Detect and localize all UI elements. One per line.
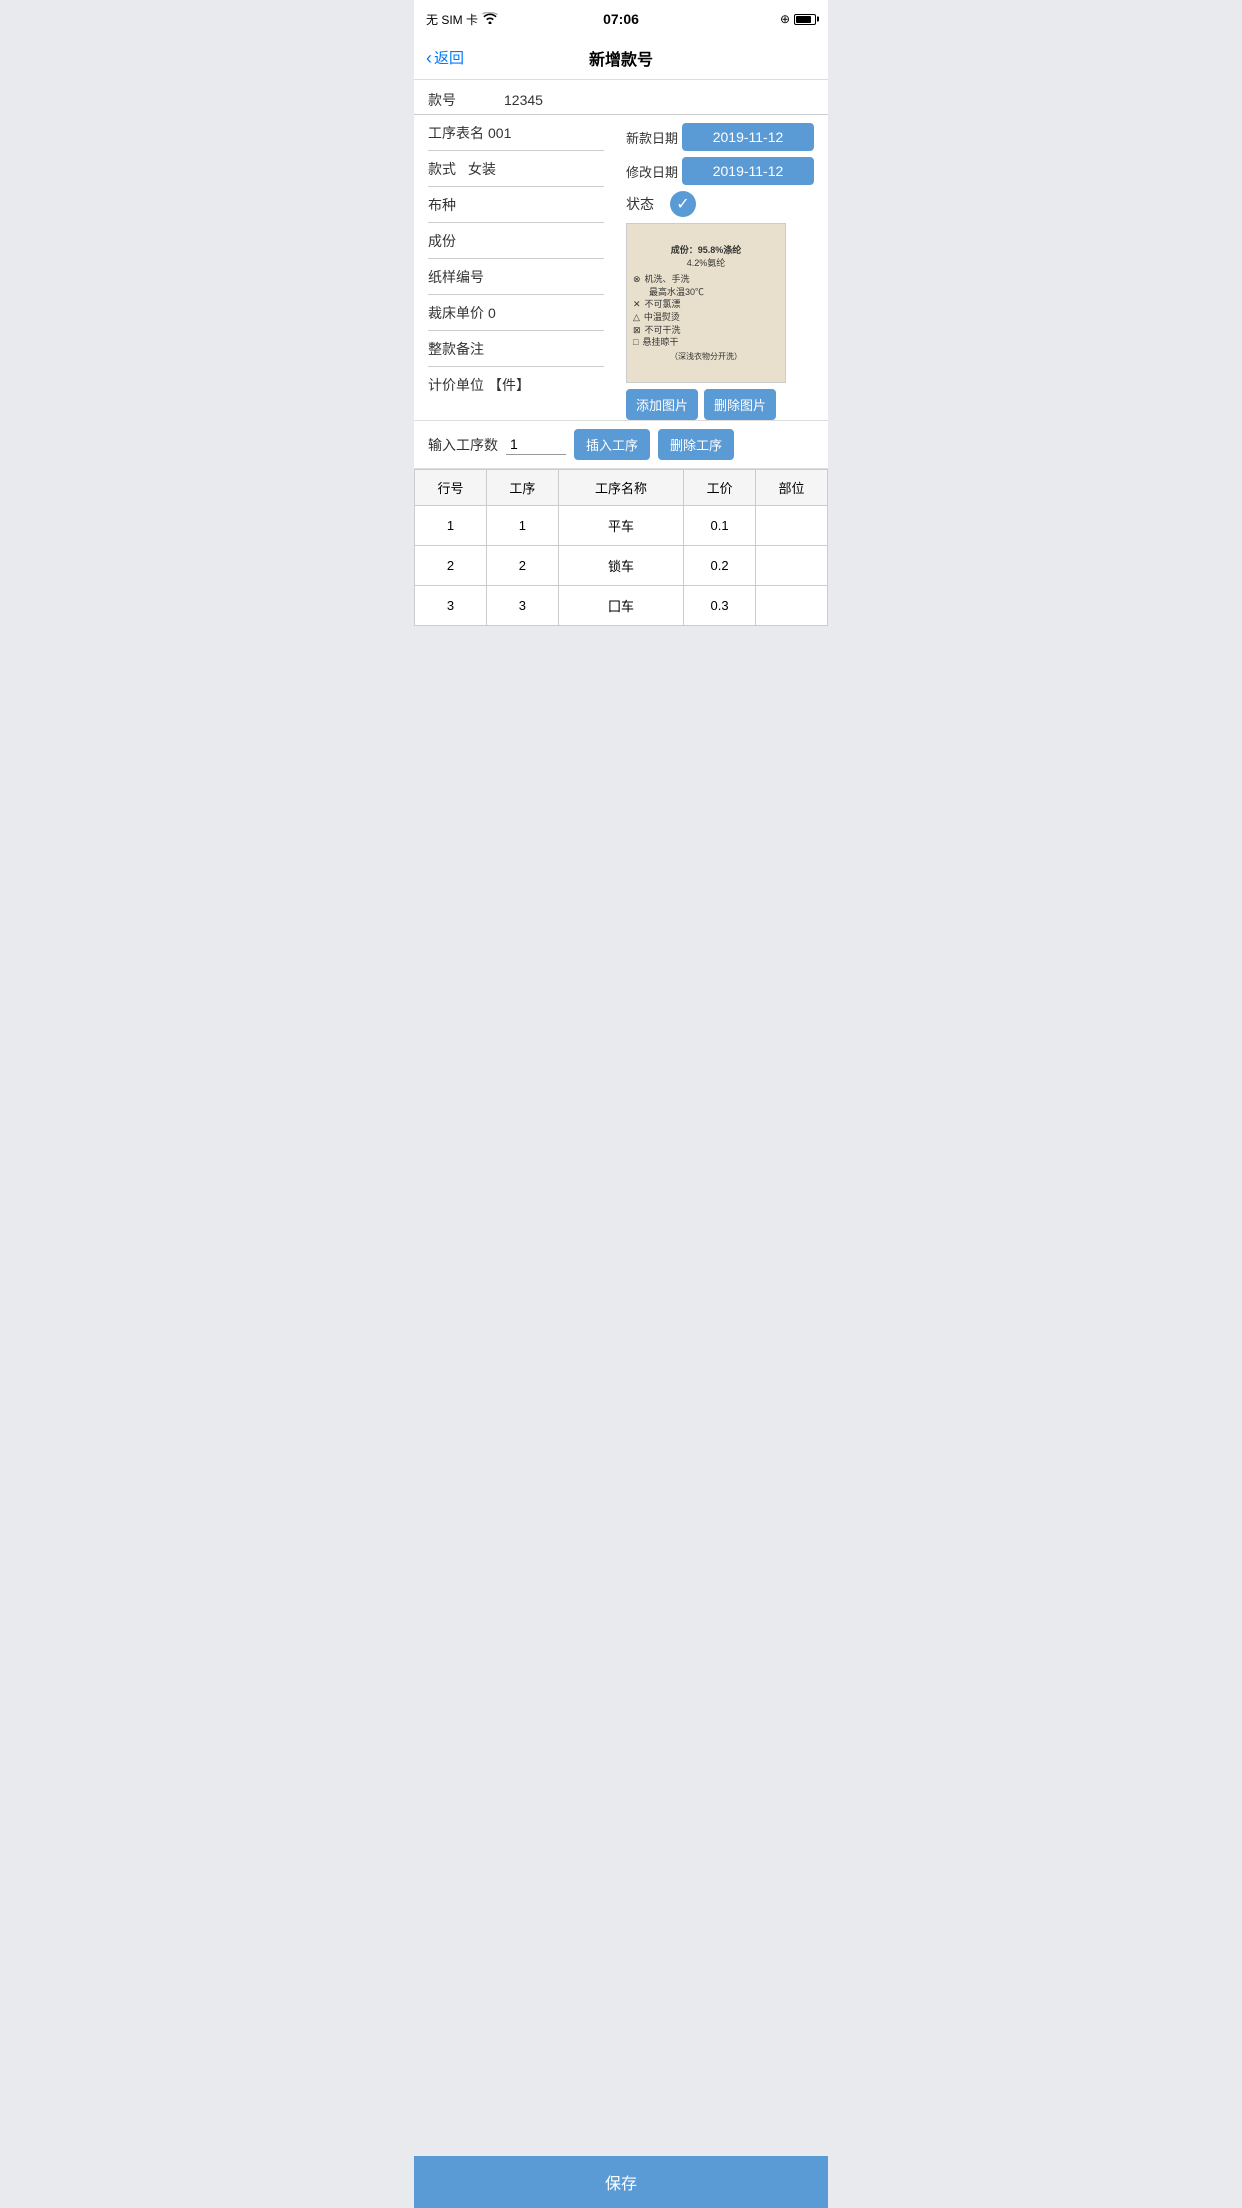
cell-hanghao: 1 xyxy=(415,506,487,546)
cell-gongxu: 1 xyxy=(486,506,558,546)
kuanhao-value: 12345 xyxy=(500,92,814,108)
status-time: 07:06 xyxy=(603,11,639,27)
table-header-row: 行号 工序 工序名称 工价 部位 xyxy=(415,470,828,506)
zhiyang-row: 纸样编号 xyxy=(428,259,604,295)
image-thumbnail: 成份：95.8%涤纶 4.2%氨纶 ⊗机洗、手洗 最高水温30℃ ✕不可氯漂 △… xyxy=(626,223,786,383)
care-line7: ⊠不可干洗 xyxy=(633,324,681,337)
table-row[interactable]: 2 2 锁车 0.2 xyxy=(415,546,828,586)
care-line4: 最高水温30℃ xyxy=(649,286,704,299)
zhuang-label: 状态 xyxy=(626,194,654,214)
kuanshi-value: 女装 xyxy=(464,159,604,179)
cell-gongxuname: 平车 xyxy=(558,506,683,546)
gongxu-table-container: 行号 工序 工序名称 工价 部位 1 1 平车 0.1 2 2 锁车 0.2 3… xyxy=(414,469,828,626)
wifi-icon xyxy=(482,12,498,27)
gongxu-value: 001 xyxy=(484,125,604,141)
zhengkuan-row: 整款备注 xyxy=(428,331,604,367)
care-line8: □悬挂晾干 xyxy=(633,336,678,349)
cell-hanghao: 3 xyxy=(415,586,487,626)
cell-hanghao: 2 xyxy=(415,546,487,586)
cell-buwei xyxy=(756,546,828,586)
chengfen-label: 成份 xyxy=(428,231,464,251)
gongxu-label: 工序表名 xyxy=(428,123,484,143)
gongxu-table: 行号 工序 工序名称 工价 部位 1 1 平车 0.1 2 2 锁车 0.2 3… xyxy=(414,469,828,626)
kuanhao-label: 款号 xyxy=(428,90,492,110)
cell-buwei xyxy=(756,506,828,546)
cell-gongjia: 0.2 xyxy=(684,546,756,586)
care-line9: （深浅衣物分开洗） xyxy=(670,351,742,362)
zhuang-row: 状态 ✓ xyxy=(626,191,814,217)
back-button[interactable]: ‹ 返回 xyxy=(426,47,464,68)
cell-gongxu: 3 xyxy=(486,586,558,626)
col-gongjia: 工价 xyxy=(684,470,756,506)
col-hanghao: 行号 xyxy=(415,470,487,506)
xiugai-date-value[interactable]: 2019-11-12 xyxy=(682,157,814,185)
col-buwei: 部位 xyxy=(756,470,828,506)
jijia-row: 计价单位 【件】 xyxy=(428,367,604,403)
chengfen-row: 成份 xyxy=(428,223,604,259)
col-gongxu: 工序 xyxy=(486,470,558,506)
care-line6: △中温熨烫 xyxy=(633,311,680,324)
carrier-info: 无 SIM 卡 xyxy=(426,11,498,28)
kuanhao-row: 款号 12345 xyxy=(414,80,828,115)
status-right-icons: ⊕ xyxy=(780,12,816,26)
xiugai-date-label: 修改日期 xyxy=(626,162,678,181)
back-label: 返回 xyxy=(434,47,464,68)
caichuan-label: 裁床单价 xyxy=(428,303,484,323)
zhengkuan-label: 整款备注 xyxy=(428,339,484,359)
zhiyang-label: 纸样编号 xyxy=(428,267,484,287)
save-button-container: 保存 xyxy=(414,2156,828,2208)
buzhong-label: 布种 xyxy=(428,195,464,215)
carrier-label: 无 SIM 卡 xyxy=(426,11,478,28)
insert-gongxu-button[interactable]: 插入工序 xyxy=(574,429,650,460)
form-content: 款号 12345 工序表名 001 款式 女装 布种 成份 xyxy=(414,80,828,626)
delete-gongxu-button[interactable]: 删除工序 xyxy=(658,429,734,460)
input-ops-row: 输入工序数 插入工序 删除工序 xyxy=(414,420,828,469)
save-button[interactable]: 保存 xyxy=(428,2170,814,2194)
left-column: 工序表名 001 款式 女装 布种 成份 纸样编号 xyxy=(414,115,618,420)
input-gongxu-count[interactable] xyxy=(506,434,566,455)
nav-bar: ‹ 返回 新增款号 xyxy=(414,36,828,80)
care-line2: 4.2%氨纶 xyxy=(687,257,726,270)
delete-image-button[interactable]: 删除图片 xyxy=(704,389,776,420)
input-label: 输入工序数 xyxy=(428,435,498,455)
kuanshi-label: 款式 xyxy=(428,159,464,179)
back-chevron-icon: ‹ xyxy=(426,49,432,67)
care-label-content: 成份：95.8%涤纶 4.2%氨纶 ⊗机洗、手洗 最高水温30℃ ✕不可氯漂 △… xyxy=(627,224,785,382)
image-buttons: 添加图片 删除图片 xyxy=(626,389,814,420)
cell-gongjia: 0.3 xyxy=(684,586,756,626)
gongxu-row: 工序表名 001 xyxy=(428,115,604,151)
xinkuan-date-label: 新款日期 xyxy=(626,128,678,147)
care-line1: 成份：95.8%涤纶 xyxy=(671,244,742,257)
battery-icon xyxy=(794,14,816,25)
location-icon: ⊕ xyxy=(780,12,790,26)
two-col-section: 工序表名 001 款式 女装 布种 成份 纸样编号 xyxy=(414,115,828,420)
care-line3: ⊗机洗、手洗 xyxy=(633,273,690,286)
cell-gongxuname: 囗车 xyxy=(558,586,683,626)
caichuan-value: 0 xyxy=(484,305,604,321)
cell-gongxu: 2 xyxy=(486,546,558,586)
cell-gongjia: 0.1 xyxy=(684,506,756,546)
xinkuan-date-value[interactable]: 2019-11-12 xyxy=(682,123,814,151)
col-gongxuname: 工序名称 xyxy=(558,470,683,506)
caichuan-row: 裁床单价 0 xyxy=(428,295,604,331)
status-checkmark[interactable]: ✓ xyxy=(670,191,696,217)
page-title: 新增款号 xyxy=(589,46,653,70)
jijia-label: 计价单位 xyxy=(428,375,484,395)
add-image-button[interactable]: 添加图片 xyxy=(626,389,698,420)
jijia-value: 【件】 xyxy=(484,375,604,395)
buzhong-row: 布种 xyxy=(428,187,604,223)
right-column: 新款日期 2019-11-12 修改日期 2019-11-12 状态 ✓ 成份：… xyxy=(618,115,828,420)
kuanshi-row: 款式 女装 xyxy=(428,151,604,187)
status-bar: 无 SIM 卡 07:06 ⊕ xyxy=(414,0,828,36)
cell-buwei xyxy=(756,586,828,626)
table-row[interactable]: 3 3 囗车 0.3 xyxy=(415,586,828,626)
gray-spacer xyxy=(414,626,828,826)
care-line5: ✕不可氯漂 xyxy=(633,298,681,311)
table-row[interactable]: 1 1 平车 0.1 xyxy=(415,506,828,546)
cell-gongxuname: 锁车 xyxy=(558,546,683,586)
